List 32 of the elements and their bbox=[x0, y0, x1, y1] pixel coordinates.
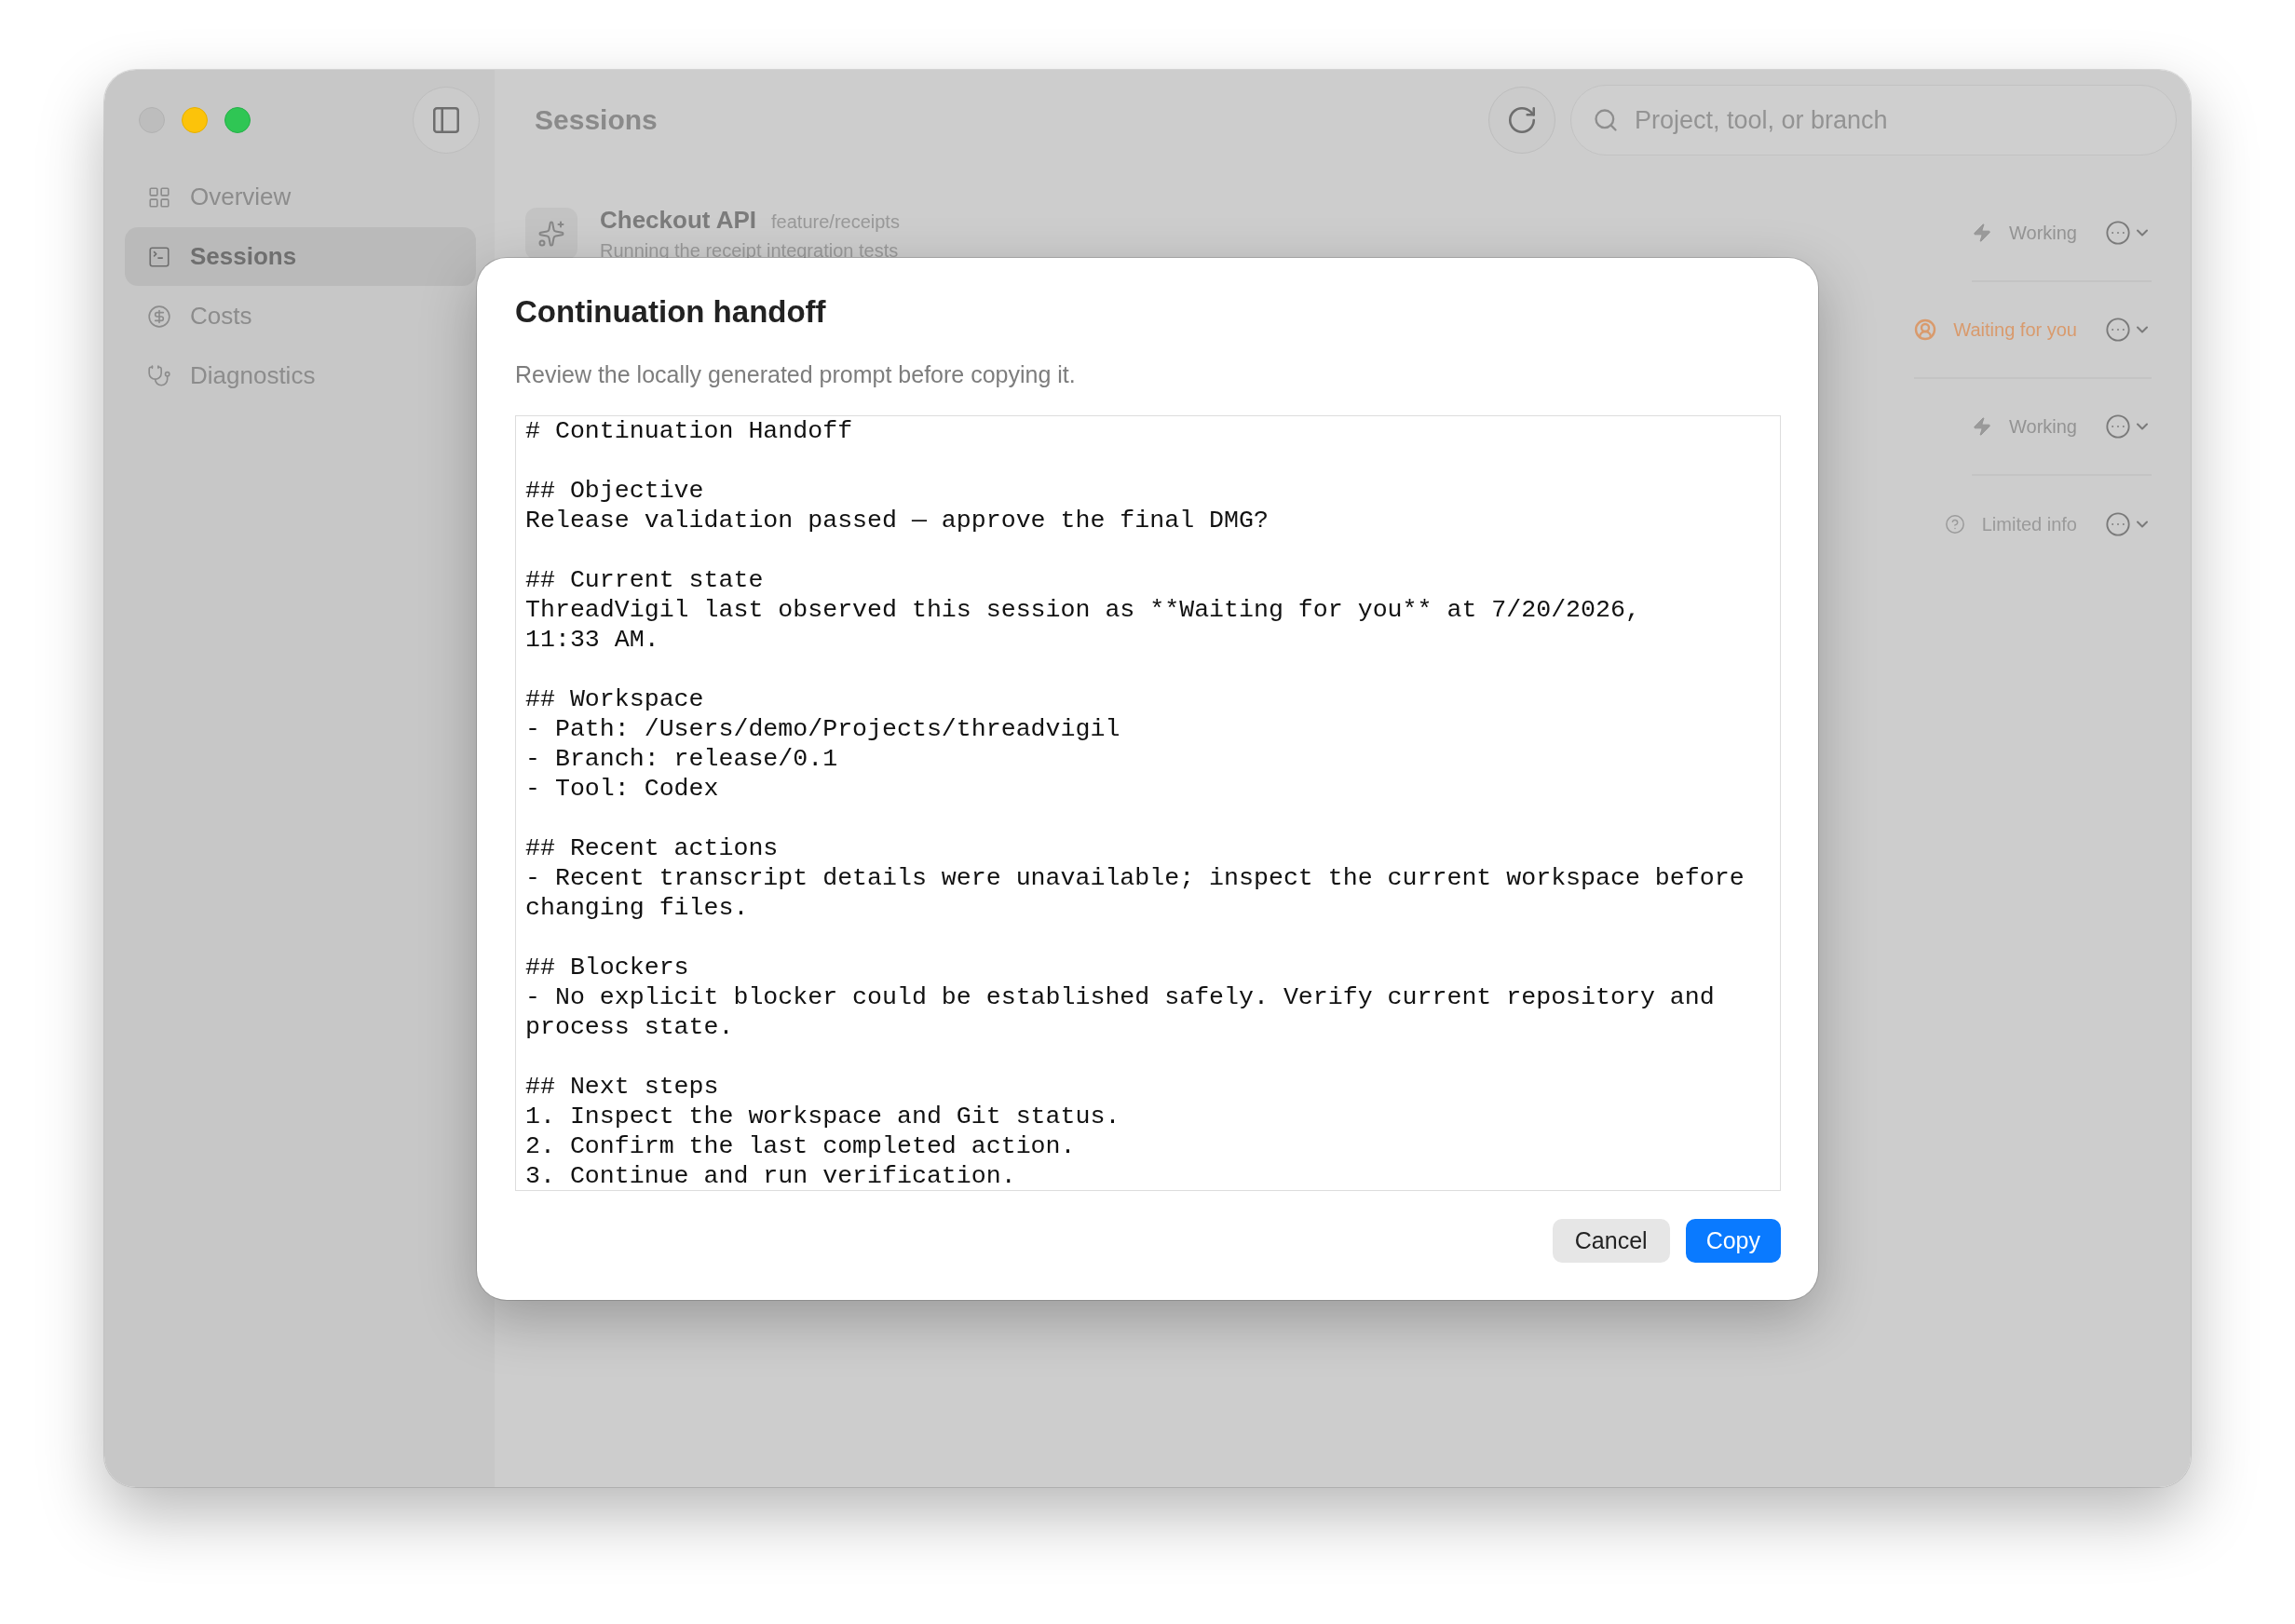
sidebar-item[interactable]: Overview bbox=[125, 168, 476, 226]
sidebar-item[interactable]: Diagnostics bbox=[125, 346, 476, 405]
sidebar-item[interactable]: Costs bbox=[125, 287, 476, 345]
status-label: Working bbox=[2009, 222, 2077, 244]
stethoscope-icon bbox=[147, 363, 171, 388]
sparkle-icon bbox=[537, 220, 565, 248]
bolt-icon bbox=[1972, 416, 1992, 437]
page-title: Sessions bbox=[535, 104, 658, 136]
bolt-icon bbox=[1972, 223, 1992, 243]
search-field[interactable]: Project, tool, or branch bbox=[1570, 85, 2177, 156]
zoom-button[interactable] bbox=[224, 107, 251, 133]
refresh-icon bbox=[1506, 104, 1538, 136]
sidebar-icon bbox=[430, 104, 462, 136]
ellipsis-icon bbox=[2105, 511, 2131, 537]
dialog-description: Review the locally generated prompt before copying it. bbox=[515, 360, 1077, 389]
status-label: Waiting for you bbox=[1953, 318, 2077, 341]
cancel-button[interactable]: Cancel bbox=[1552, 1219, 1670, 1263]
person-icon bbox=[1914, 318, 1937, 341]
copy-button[interactable]: Copy bbox=[1685, 1219, 1781, 1263]
prompt-text-area[interactable]: # Continuation Handoff ## Objective Release validation passed — approve the final DMG? ## Current state ThreadVigil last observed this session as **Waiting for you** at 7/20/2026, 11:33 AM. ## Workspace - Path: /Users/demo/Projects/threadvigil - Branch: release/0.1 - Tool: Codex ## Recent actions - Recent transcript details were unavailable; inspect the current workspace before changing files. ## Blockers - No explicit blocker could be established safely. Verify current repository and process state. ## Next steps 1. Inspect the workspace and Git status. 2. Confirm the last completed action. 3. Continue and run verification. bbox=[515, 415, 1781, 1191]
grid-icon bbox=[147, 184, 171, 210]
ellipsis-icon bbox=[2105, 413, 2131, 440]
ellipsis-icon bbox=[2105, 220, 2131, 246]
terminal-icon bbox=[147, 244, 171, 269]
dollar-icon bbox=[147, 304, 171, 329]
sidebar-item[interactable]: Sessions bbox=[125, 227, 476, 286]
ellipsis-icon bbox=[2105, 317, 2131, 343]
dialog-title: Continuation handoff bbox=[515, 293, 827, 331]
search-icon bbox=[1593, 107, 1619, 133]
help-icon bbox=[1944, 514, 1965, 535]
status-label: Working bbox=[2009, 415, 2077, 438]
session-title: Checkout API bbox=[600, 206, 757, 235]
